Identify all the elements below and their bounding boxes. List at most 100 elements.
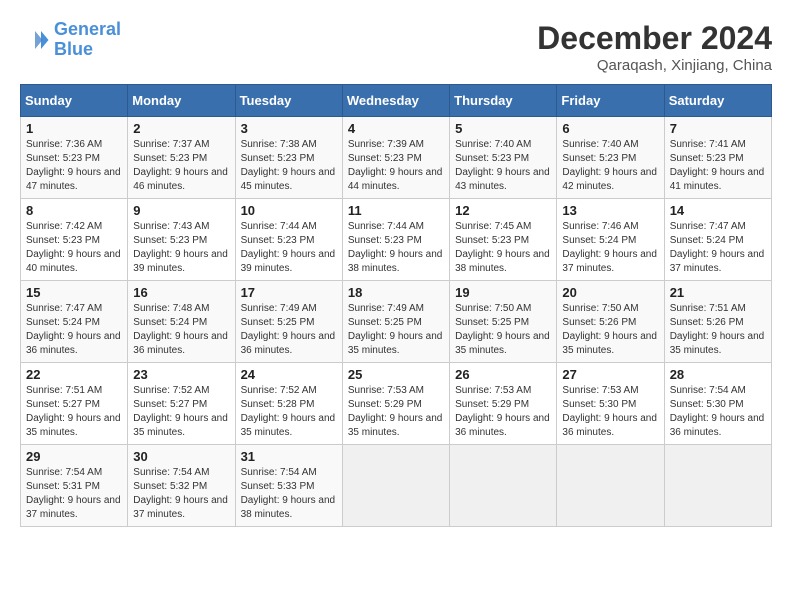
day-number: 21 <box>670 285 766 300</box>
day-number: 25 <box>348 367 444 382</box>
day-number: 9 <box>133 203 229 218</box>
calendar-cell: 17 Sunrise: 7:49 AMSunset: 5:25 PMDaylig… <box>235 281 342 363</box>
calendar-cell: 2 Sunrise: 7:37 AMSunset: 5:23 PMDayligh… <box>128 117 235 199</box>
logo: General Blue <box>20 20 121 60</box>
day-number: 3 <box>241 121 337 136</box>
day-info: Sunrise: 7:53 AMSunset: 5:30 PMDaylight:… <box>562 385 657 438</box>
day-number: 23 <box>133 367 229 382</box>
day-number: 17 <box>241 285 337 300</box>
calendar-cell: 1 Sunrise: 7:36 AMSunset: 5:23 PMDayligh… <box>21 117 128 199</box>
calendar-week-row: 15 Sunrise: 7:47 AMSunset: 5:24 PMDaylig… <box>21 281 772 363</box>
location-subtitle: Qaraqash, Xinjiang, China <box>537 57 772 74</box>
day-header-monday: Monday <box>128 85 235 117</box>
calendar-cell: 30 Sunrise: 7:54 AMSunset: 5:32 PMDaylig… <box>128 445 235 527</box>
calendar-week-row: 1 Sunrise: 7:36 AMSunset: 5:23 PMDayligh… <box>21 117 772 199</box>
day-info: Sunrise: 7:40 AMSunset: 5:23 PMDaylight:… <box>455 139 550 192</box>
day-number: 12 <box>455 203 551 218</box>
calendar-cell: 26 Sunrise: 7:53 AMSunset: 5:29 PMDaylig… <box>450 363 557 445</box>
calendar-cell: 4 Sunrise: 7:39 AMSunset: 5:23 PMDayligh… <box>342 117 449 199</box>
page-header: General Blue December 2024 Qaraqash, Xin… <box>20 20 772 74</box>
day-info: Sunrise: 7:51 AMSunset: 5:27 PMDaylight:… <box>26 385 121 438</box>
day-info: Sunrise: 7:52 AMSunset: 5:27 PMDaylight:… <box>133 385 228 438</box>
day-info: Sunrise: 7:54 AMSunset: 5:33 PMDaylight:… <box>241 467 336 520</box>
day-number: 31 <box>241 449 337 464</box>
calendar-cell: 25 Sunrise: 7:53 AMSunset: 5:29 PMDaylig… <box>342 363 449 445</box>
calendar-cell: 5 Sunrise: 7:40 AMSunset: 5:23 PMDayligh… <box>450 117 557 199</box>
day-number: 29 <box>26 449 122 464</box>
calendar-cell: 15 Sunrise: 7:47 AMSunset: 5:24 PMDaylig… <box>21 281 128 363</box>
day-info: Sunrise: 7:53 AMSunset: 5:29 PMDaylight:… <box>348 385 443 438</box>
day-info: Sunrise: 7:37 AMSunset: 5:23 PMDaylight:… <box>133 139 228 192</box>
calendar-cell: 27 Sunrise: 7:53 AMSunset: 5:30 PMDaylig… <box>557 363 664 445</box>
day-header-thursday: Thursday <box>450 85 557 117</box>
day-number: 6 <box>562 121 658 136</box>
day-info: Sunrise: 7:50 AMSunset: 5:26 PMDaylight:… <box>562 303 657 356</box>
day-info: Sunrise: 7:36 AMSunset: 5:23 PMDaylight:… <box>26 139 121 192</box>
day-info: Sunrise: 7:50 AMSunset: 5:25 PMDaylight:… <box>455 303 550 356</box>
day-number: 20 <box>562 285 658 300</box>
calendar-body: 1 Sunrise: 7:36 AMSunset: 5:23 PMDayligh… <box>21 117 772 527</box>
calendar-cell <box>450 445 557 527</box>
calendar-cell: 20 Sunrise: 7:50 AMSunset: 5:26 PMDaylig… <box>557 281 664 363</box>
day-header-saturday: Saturday <box>664 85 771 117</box>
day-header-sunday: Sunday <box>21 85 128 117</box>
day-number: 27 <box>562 367 658 382</box>
day-info: Sunrise: 7:40 AMSunset: 5:23 PMDaylight:… <box>562 139 657 192</box>
day-info: Sunrise: 7:38 AMSunset: 5:23 PMDaylight:… <box>241 139 336 192</box>
day-info: Sunrise: 7:43 AMSunset: 5:23 PMDaylight:… <box>133 221 228 274</box>
calendar-cell: 6 Sunrise: 7:40 AMSunset: 5:23 PMDayligh… <box>557 117 664 199</box>
day-number: 30 <box>133 449 229 464</box>
day-info: Sunrise: 7:53 AMSunset: 5:29 PMDaylight:… <box>455 385 550 438</box>
month-title: December 2024 <box>537 20 772 57</box>
day-number: 2 <box>133 121 229 136</box>
calendar-cell: 19 Sunrise: 7:50 AMSunset: 5:25 PMDaylig… <box>450 281 557 363</box>
calendar-cell: 21 Sunrise: 7:51 AMSunset: 5:26 PMDaylig… <box>664 281 771 363</box>
calendar-cell: 8 Sunrise: 7:42 AMSunset: 5:23 PMDayligh… <box>21 199 128 281</box>
day-info: Sunrise: 7:51 AMSunset: 5:26 PMDaylight:… <box>670 303 765 356</box>
day-number: 1 <box>26 121 122 136</box>
day-info: Sunrise: 7:42 AMSunset: 5:23 PMDaylight:… <box>26 221 121 274</box>
calendar-week-row: 29 Sunrise: 7:54 AMSunset: 5:31 PMDaylig… <box>21 445 772 527</box>
calendar-cell <box>342 445 449 527</box>
day-number: 22 <box>26 367 122 382</box>
calendar-header-row: SundayMondayTuesdayWednesdayThursdayFrid… <box>21 85 772 117</box>
day-number: 26 <box>455 367 551 382</box>
day-info: Sunrise: 7:41 AMSunset: 5:23 PMDaylight:… <box>670 139 765 192</box>
day-info: Sunrise: 7:47 AMSunset: 5:24 PMDaylight:… <box>26 303 121 356</box>
day-number: 15 <box>26 285 122 300</box>
day-info: Sunrise: 7:54 AMSunset: 5:30 PMDaylight:… <box>670 385 765 438</box>
day-info: Sunrise: 7:44 AMSunset: 5:23 PMDaylight:… <box>348 221 443 274</box>
day-number: 19 <box>455 285 551 300</box>
day-info: Sunrise: 7:49 AMSunset: 5:25 PMDaylight:… <box>241 303 336 356</box>
calendar-cell: 23 Sunrise: 7:52 AMSunset: 5:27 PMDaylig… <box>128 363 235 445</box>
calendar-cell: 3 Sunrise: 7:38 AMSunset: 5:23 PMDayligh… <box>235 117 342 199</box>
calendar-table: SundayMondayTuesdayWednesdayThursdayFrid… <box>20 84 772 527</box>
day-info: Sunrise: 7:52 AMSunset: 5:28 PMDaylight:… <box>241 385 336 438</box>
logo-line1: General <box>54 19 121 39</box>
day-number: 4 <box>348 121 444 136</box>
calendar-cell: 18 Sunrise: 7:49 AMSunset: 5:25 PMDaylig… <box>342 281 449 363</box>
day-info: Sunrise: 7:46 AMSunset: 5:24 PMDaylight:… <box>562 221 657 274</box>
day-info: Sunrise: 7:54 AMSunset: 5:32 PMDaylight:… <box>133 467 228 520</box>
day-number: 24 <box>241 367 337 382</box>
day-info: Sunrise: 7:54 AMSunset: 5:31 PMDaylight:… <box>26 467 121 520</box>
day-info: Sunrise: 7:49 AMSunset: 5:25 PMDaylight:… <box>348 303 443 356</box>
calendar-cell <box>664 445 771 527</box>
day-number: 16 <box>133 285 229 300</box>
day-header-wednesday: Wednesday <box>342 85 449 117</box>
calendar-cell: 24 Sunrise: 7:52 AMSunset: 5:28 PMDaylig… <box>235 363 342 445</box>
calendar-cell: 10 Sunrise: 7:44 AMSunset: 5:23 PMDaylig… <box>235 199 342 281</box>
calendar-cell: 11 Sunrise: 7:44 AMSunset: 5:23 PMDaylig… <box>342 199 449 281</box>
day-info: Sunrise: 7:39 AMSunset: 5:23 PMDaylight:… <box>348 139 443 192</box>
calendar-cell: 16 Sunrise: 7:48 AMSunset: 5:24 PMDaylig… <box>128 281 235 363</box>
calendar-cell: 29 Sunrise: 7:54 AMSunset: 5:31 PMDaylig… <box>21 445 128 527</box>
day-number: 10 <box>241 203 337 218</box>
day-info: Sunrise: 7:47 AMSunset: 5:24 PMDaylight:… <box>670 221 765 274</box>
day-number: 5 <box>455 121 551 136</box>
day-number: 11 <box>348 203 444 218</box>
calendar-cell <box>557 445 664 527</box>
day-number: 8 <box>26 203 122 218</box>
calendar-cell: 31 Sunrise: 7:54 AMSunset: 5:33 PMDaylig… <box>235 445 342 527</box>
logo-line2: Blue <box>54 39 93 59</box>
calendar-cell: 22 Sunrise: 7:51 AMSunset: 5:27 PMDaylig… <box>21 363 128 445</box>
